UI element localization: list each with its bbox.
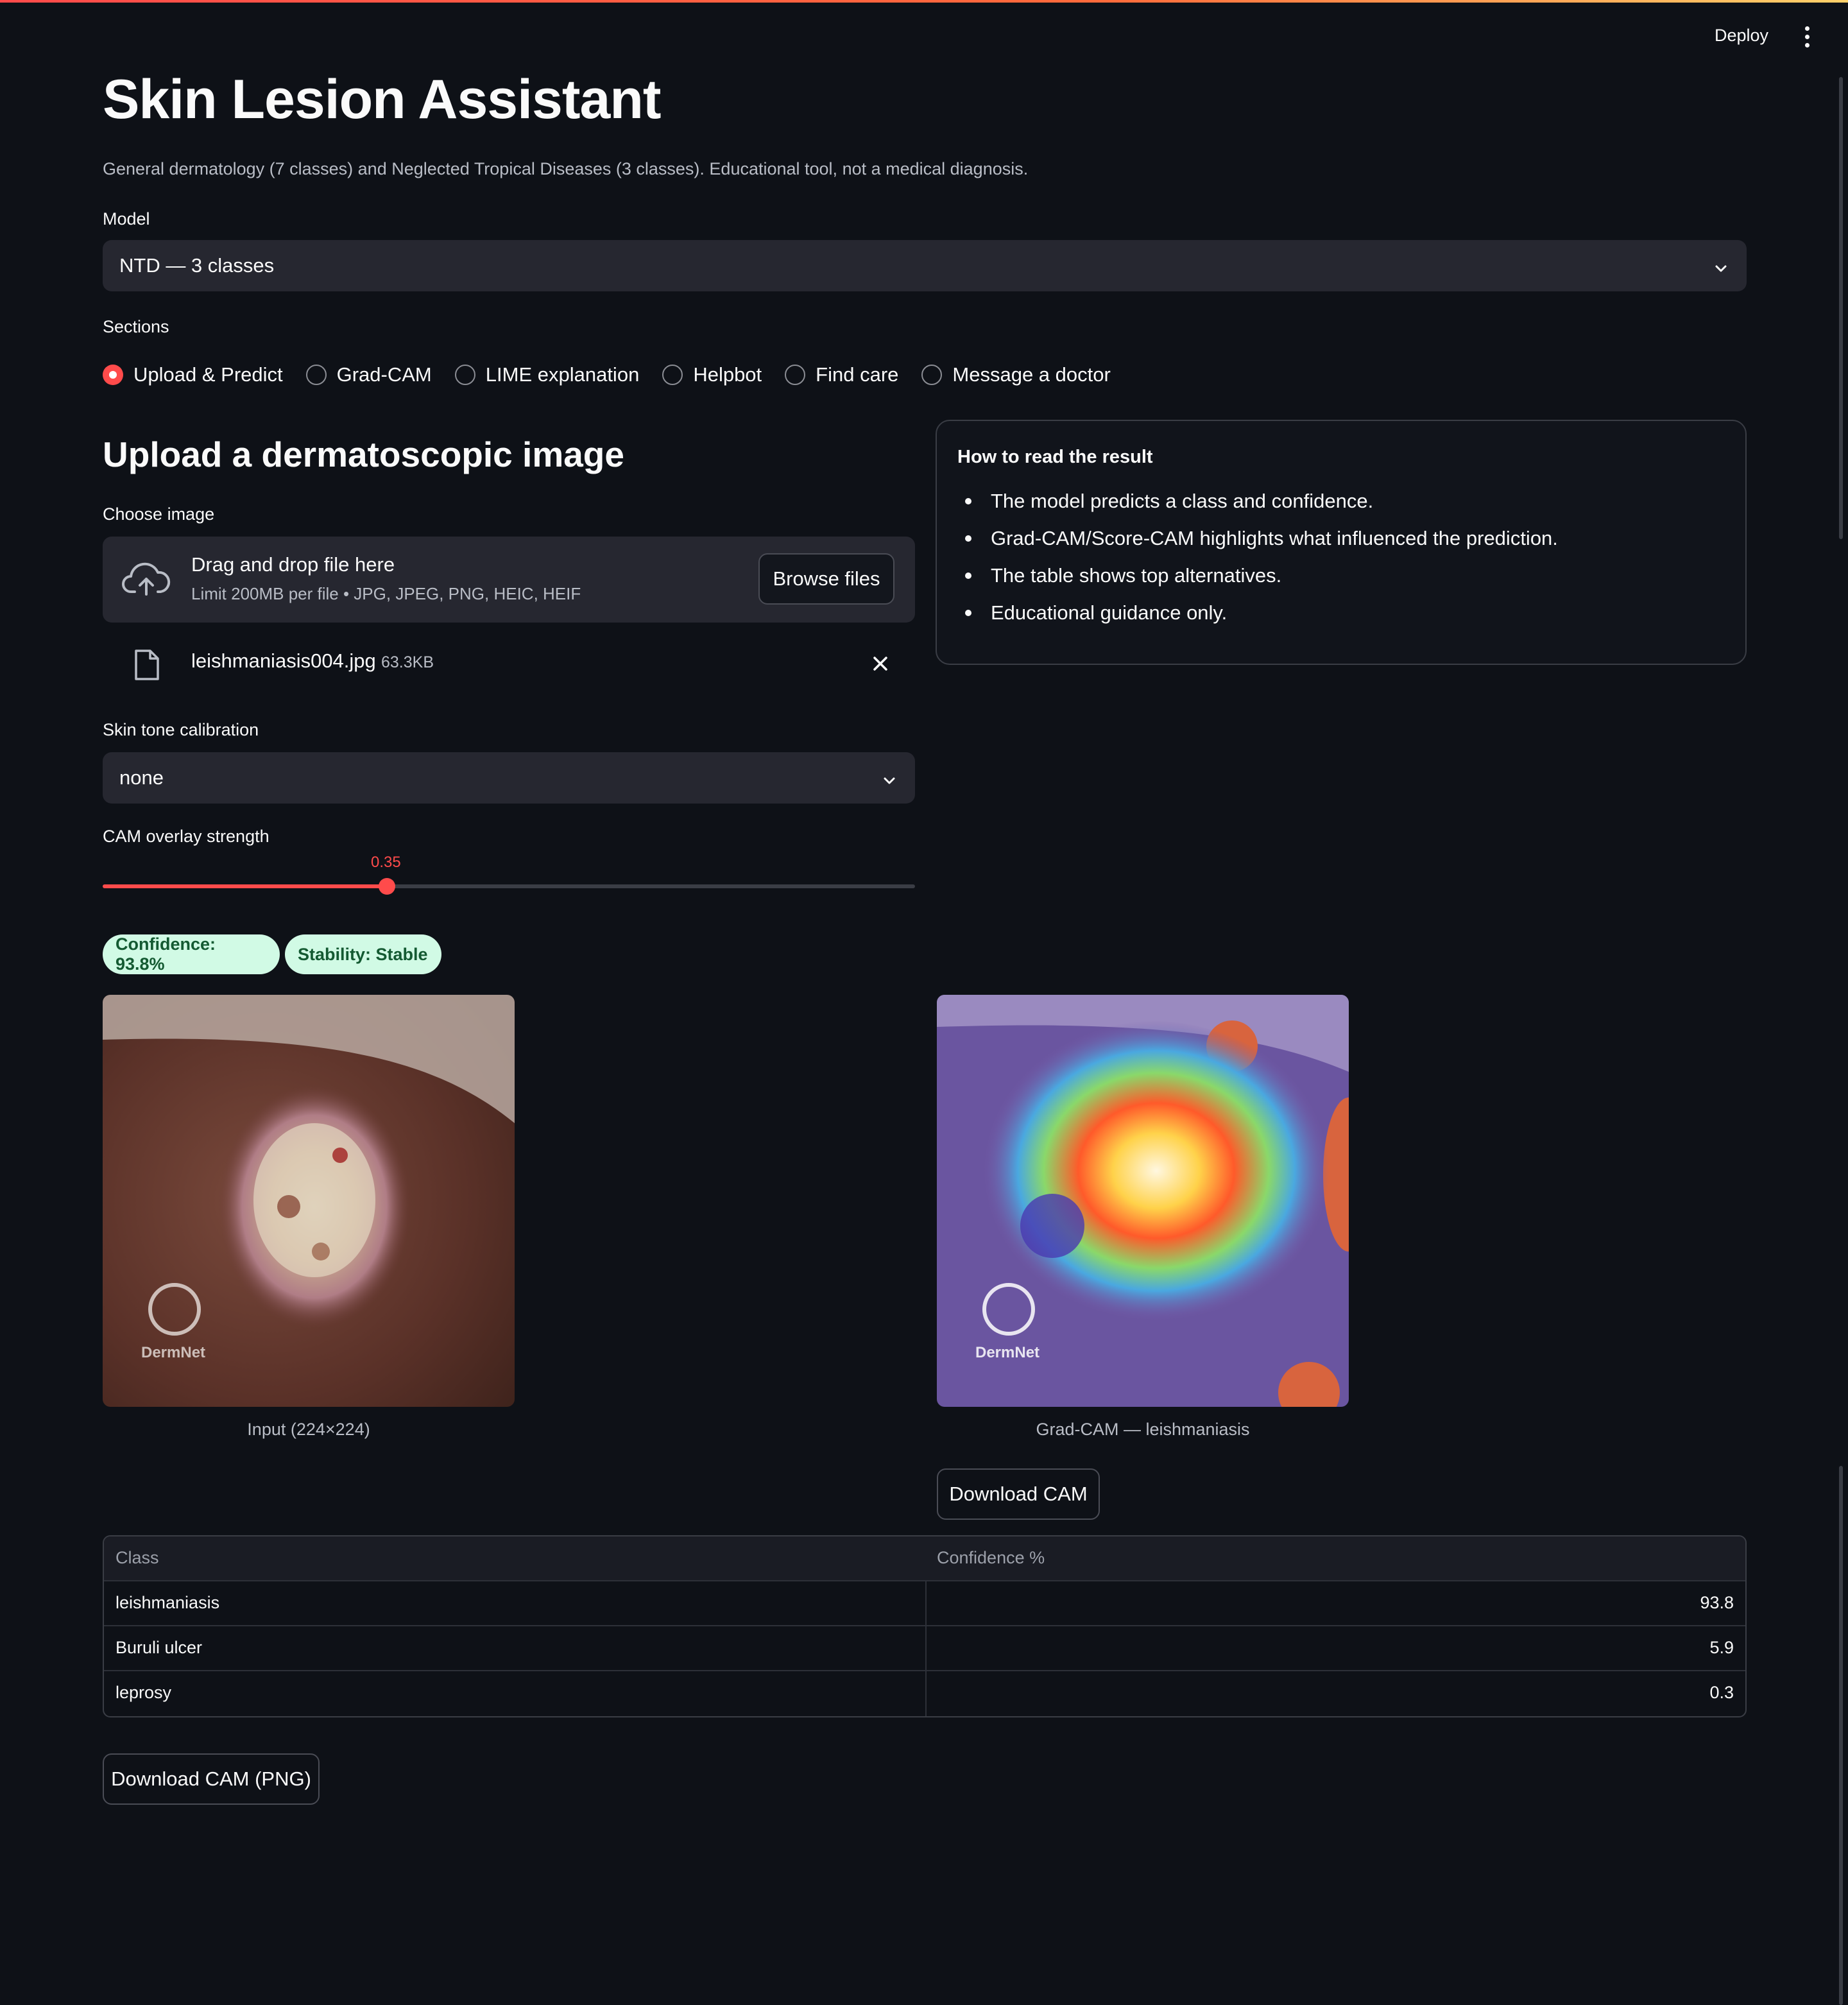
model-label: Model [103,209,150,228]
radio-helpbot[interactable]: Helpbot [662,363,762,386]
scrollbar-thumb-top[interactable] [1839,77,1843,539]
cam-slider-thumb[interactable] [379,878,396,895]
scrollbar-thumb-bottom[interactable] [1839,1466,1843,2005]
upload-heading: Upload a dermatoscopic image [103,435,624,474]
cell-class: Buruli ulcer [116,1638,203,1657]
cam-slider-value: 0.35 [371,854,401,871]
info-item: The model predicts a class and confidenc… [957,483,1558,520]
top-decoration-bar [0,0,1848,3]
radio-unselected-icon [305,365,327,385]
input-image: DermNet [103,995,515,1407]
uploaded-file-row: leishmaniasis004.jpg 63.3KB [103,642,915,687]
file-icon [133,648,160,682]
cell-confidence: 0.3 [1709,1683,1734,1702]
table-row: leprosy 0.3 [104,1671,1745,1716]
info-item: Grad-CAM/Score-CAM highlights what influ… [957,520,1558,557]
cell-class: leprosy [116,1683,172,1702]
radio-selected-icon [103,365,123,385]
download-cam-button[interactable]: Download CAM [937,1468,1100,1520]
deploy-button[interactable]: Deploy [1715,26,1768,46]
cloud-upload-icon [122,558,171,599]
file-size: 63.3KB [381,653,434,671]
close-icon[interactable] [870,653,891,674]
model-select-value: NTD — 3 classes [119,254,275,277]
radio-unselected-icon [454,365,475,385]
radio-upload-predict[interactable]: Upload & Predict [103,363,283,386]
file-dropzone[interactable]: Drag and drop file here Limit 200MB per … [103,537,915,623]
cam-slider-label: CAM overlay strength [103,827,270,846]
skin-tone-value: none [119,766,164,789]
chevron-down-icon [1713,258,1729,273]
radio-message-doctor[interactable]: Message a doctor [921,363,1111,386]
input-caption: Input (224×224) [247,1420,370,1439]
model-select[interactable]: NTD — 3 classes [103,240,1747,291]
table-header: Class Confidence % [104,1536,1745,1581]
header-class: Class [116,1548,159,1567]
radio-grad-cam[interactable]: Grad-CAM [305,363,432,386]
info-item: Educational guidance only. [957,594,1558,632]
svg-text:DermNet: DermNet [975,1344,1040,1361]
cam-slider-track[interactable] [103,878,915,895]
gradcam-image: DermNet [937,995,1349,1407]
predictions-table: Class Confidence % leishmaniasis 93.8 Bu… [103,1535,1747,1717]
info-item: The table shows top alternatives. [957,557,1558,594]
sections-radio-group: Upload & Predict Grad-CAM LIME explanati… [103,359,1134,390]
svg-text:DermNet: DermNet [141,1344,205,1361]
radio-label: Upload & Predict [133,363,283,386]
sections-label: Sections [103,317,169,336]
radio-lime-explanation[interactable]: LIME explanation [454,363,640,386]
skin-tone-label: Skin tone calibration [103,720,259,739]
confidence-badge: Confidence: 93.8% [103,934,280,974]
browse-files-button[interactable]: Browse files [758,553,894,605]
cell-confidence: 5.9 [1709,1638,1734,1657]
radio-label: Grad-CAM [336,363,432,386]
choose-image-label: Choose image [103,504,215,524]
radio-label: Message a doctor [952,363,1111,386]
page-subtitle: General dermatology (7 classes) and Negl… [103,159,1029,178]
radio-label: LIME explanation [485,363,640,386]
kebab-menu-icon[interactable] [1799,24,1815,50]
stability-badge: Stability: Stable [285,934,441,974]
cell-class: leishmaniasis [116,1593,220,1612]
radio-unselected-icon [785,365,806,385]
table-row: leishmaniasis 93.8 [104,1581,1745,1626]
radio-unselected-icon [662,365,683,385]
download-cam-png-button[interactable]: Download CAM (PNG) [103,1753,320,1805]
radio-label: Find care [816,363,899,386]
info-list: The model predicts a class and confidenc… [957,483,1558,632]
table-row: Buruli ulcer 5.9 [104,1626,1745,1671]
skin-tone-select[interactable]: none [103,752,915,804]
header-confidence: Confidence % [937,1548,1045,1567]
dropzone-limit: Limit 200MB per file • JPG, JPEG, PNG, H… [191,584,581,603]
how-to-read-box: How to read the result The model predict… [936,420,1747,665]
file-name: leishmaniasis004.jpg [191,650,376,672]
page-title: Skin Lesion Assistant [103,69,661,130]
info-title: How to read the result [957,447,1153,467]
radio-label: Helpbot [693,363,762,386]
chevron-down-icon [882,770,897,786]
radio-find-care[interactable]: Find care [785,363,898,386]
cam-slider-fill [103,884,388,888]
radio-unselected-icon [921,365,943,385]
dropzone-title: Drag and drop file here [191,553,395,576]
cell-confidence: 93.8 [1700,1593,1734,1612]
gradcam-caption: Grad-CAM — leishmaniasis [1036,1420,1250,1439]
